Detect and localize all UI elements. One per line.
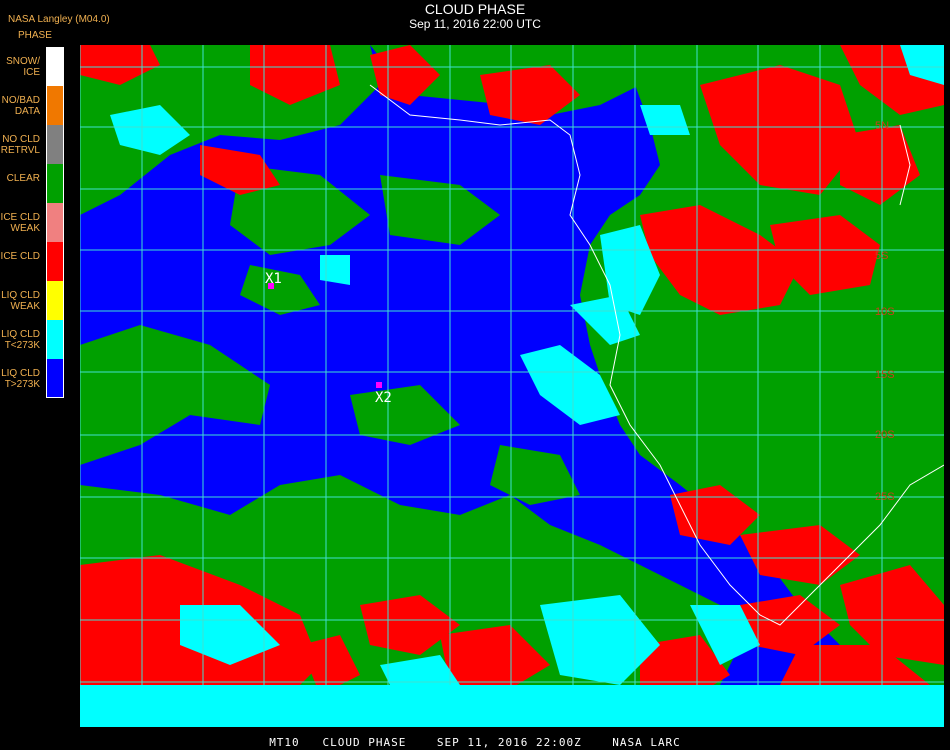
legend-label: LIQ CLD T<273K bbox=[1, 329, 40, 351]
legend-item: NO/BAD DATA bbox=[0, 86, 66, 125]
legend-swatch bbox=[46, 47, 64, 86]
lat-label-10s: 10S bbox=[875, 306, 895, 318]
lat-label-20s: 20S bbox=[875, 429, 895, 441]
lat-label-15s: 15S bbox=[875, 369, 895, 381]
legend-swatch bbox=[46, 203, 64, 242]
legend-item: ICE CLD bbox=[0, 242, 66, 281]
satellite-map[interactable]: 5N 5S 10S 15S 20S 25S X1 X2 bbox=[80, 45, 944, 727]
page-title: CLOUD PHASE bbox=[424, 1, 526, 17]
legend-swatch bbox=[46, 125, 64, 164]
marker-x2-label: X2 bbox=[375, 390, 392, 406]
legend-item: CLEAR bbox=[0, 164, 66, 203]
product-label: PHASE bbox=[18, 30, 52, 41]
marker-x2-dot bbox=[376, 382, 382, 388]
footer-caption: MT10 CLOUD PHASE SEP 11, 2016 22:00Z NAS… bbox=[269, 736, 681, 749]
marker-x1[interactable]: X1 bbox=[265, 271, 282, 289]
lat-label-5n: 5N bbox=[875, 120, 889, 132]
lat-label-5s: 5S bbox=[875, 250, 888, 262]
lat-label-25s: 25S bbox=[875, 491, 895, 503]
legend-item: NO CLD RETRVL bbox=[0, 125, 66, 164]
legend-item: LIQ CLD T<273K bbox=[0, 320, 66, 359]
legend-swatch bbox=[46, 242, 64, 281]
legend-swatch bbox=[46, 320, 64, 359]
marker-x1-label: X1 bbox=[265, 271, 282, 287]
legend-swatch bbox=[46, 164, 64, 203]
legend-label: NO/BAD DATA bbox=[1, 95, 40, 117]
legend-swatch bbox=[46, 359, 64, 398]
legend-swatch bbox=[46, 86, 64, 125]
legend-label: ICE CLD bbox=[0, 251, 40, 262]
legend-label: CLEAR bbox=[6, 173, 40, 184]
map-canvas: 5N 5S 10S 15S 20S 25S X1 X2 bbox=[80, 45, 944, 727]
page-subtitle: Sep 11, 2016 22:00 UTC bbox=[409, 17, 541, 31]
legend-label: ICE CLD WEAK bbox=[0, 212, 40, 234]
legend-label: NO CLD RETRVL bbox=[0, 134, 40, 156]
legend-label: LIQ CLD T>273K bbox=[1, 368, 40, 390]
legend-swatch bbox=[46, 281, 64, 320]
legend-label: LIQ CLD WEAK bbox=[1, 290, 40, 312]
legend-item: LIQ CLD T>273K bbox=[0, 359, 66, 398]
legend-item: SNOW/ ICE bbox=[0, 47, 66, 86]
legend-item: ICE CLD WEAK bbox=[0, 203, 66, 242]
legend-label: SNOW/ ICE bbox=[6, 56, 40, 78]
legend-item: LIQ CLD WEAK bbox=[0, 281, 66, 320]
